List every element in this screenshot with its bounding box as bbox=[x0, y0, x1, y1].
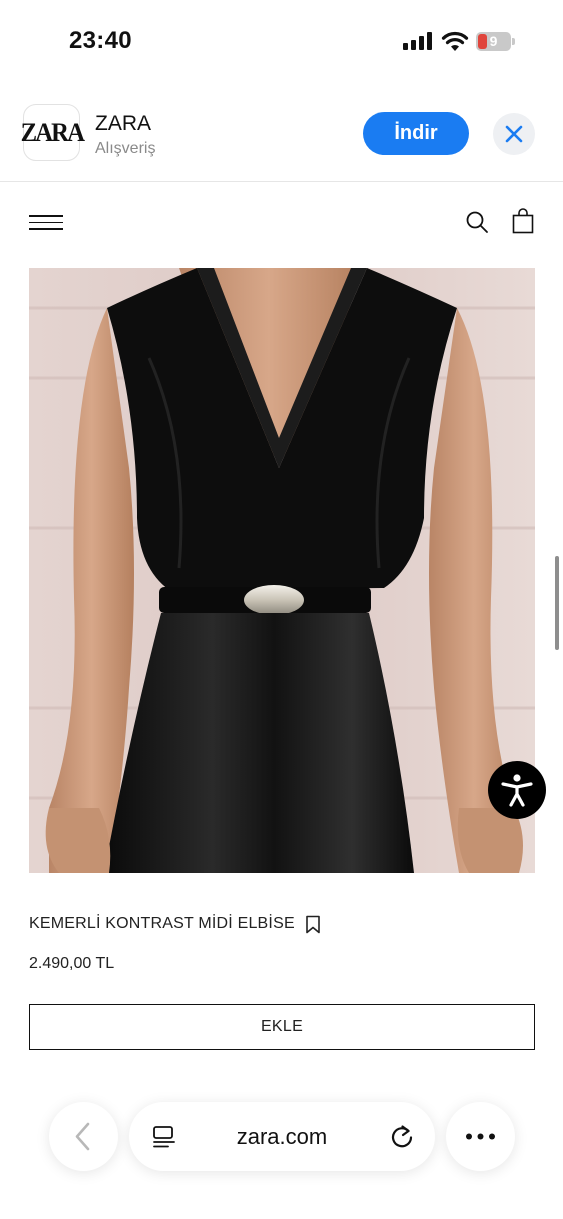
back-button[interactable] bbox=[49, 1102, 118, 1171]
close-banner-button[interactable] bbox=[493, 113, 535, 155]
reload-icon[interactable] bbox=[388, 1123, 416, 1151]
shopping-bag-icon[interactable] bbox=[511, 208, 535, 234]
product-price: 2.490,00 TL bbox=[29, 955, 115, 972]
more-button[interactable] bbox=[446, 1102, 515, 1171]
battery-level: 9 bbox=[489, 33, 498, 49]
status-bar: 23:40 9 bbox=[0, 0, 563, 84]
accessibility-icon bbox=[501, 774, 533, 807]
smart-app-banner: ZARA ZARA Alışveriş İndir bbox=[0, 84, 563, 182]
install-button[interactable]: İndir bbox=[363, 112, 469, 155]
product-image[interactable] bbox=[29, 268, 535, 873]
product-name[interactable]: KEMERLİ KONTRAST MİDİ ELBİSE bbox=[29, 915, 295, 933]
wifi-icon bbox=[441, 30, 469, 52]
accessibility-button[interactable] bbox=[488, 761, 546, 819]
app-category: Alışveriş bbox=[95, 140, 156, 157]
bookmark-icon[interactable] bbox=[305, 915, 321, 934]
site-header bbox=[0, 196, 563, 248]
close-icon bbox=[505, 125, 523, 143]
scroll-indicator[interactable] bbox=[555, 556, 559, 650]
browser-toolbar: zara.com bbox=[0, 1090, 563, 1219]
app-name: ZARA bbox=[95, 112, 152, 135]
reader-icon[interactable] bbox=[152, 1125, 176, 1149]
menu-icon[interactable] bbox=[29, 215, 63, 230]
search-icon[interactable] bbox=[465, 210, 489, 234]
more-icon bbox=[466, 1133, 495, 1140]
address-bar[interactable]: zara.com bbox=[129, 1102, 435, 1171]
signal-icon bbox=[403, 32, 433, 50]
zara-logo: ZARA bbox=[20, 117, 84, 147]
app-logo[interactable]: ZARA bbox=[20, 104, 85, 161]
back-arrow-icon bbox=[75, 1122, 90, 1151]
add-to-cart-button[interactable]: EKLE bbox=[29, 1004, 535, 1050]
battery-icon: 9 bbox=[476, 32, 516, 51]
status-time: 23:40 bbox=[69, 27, 132, 54]
